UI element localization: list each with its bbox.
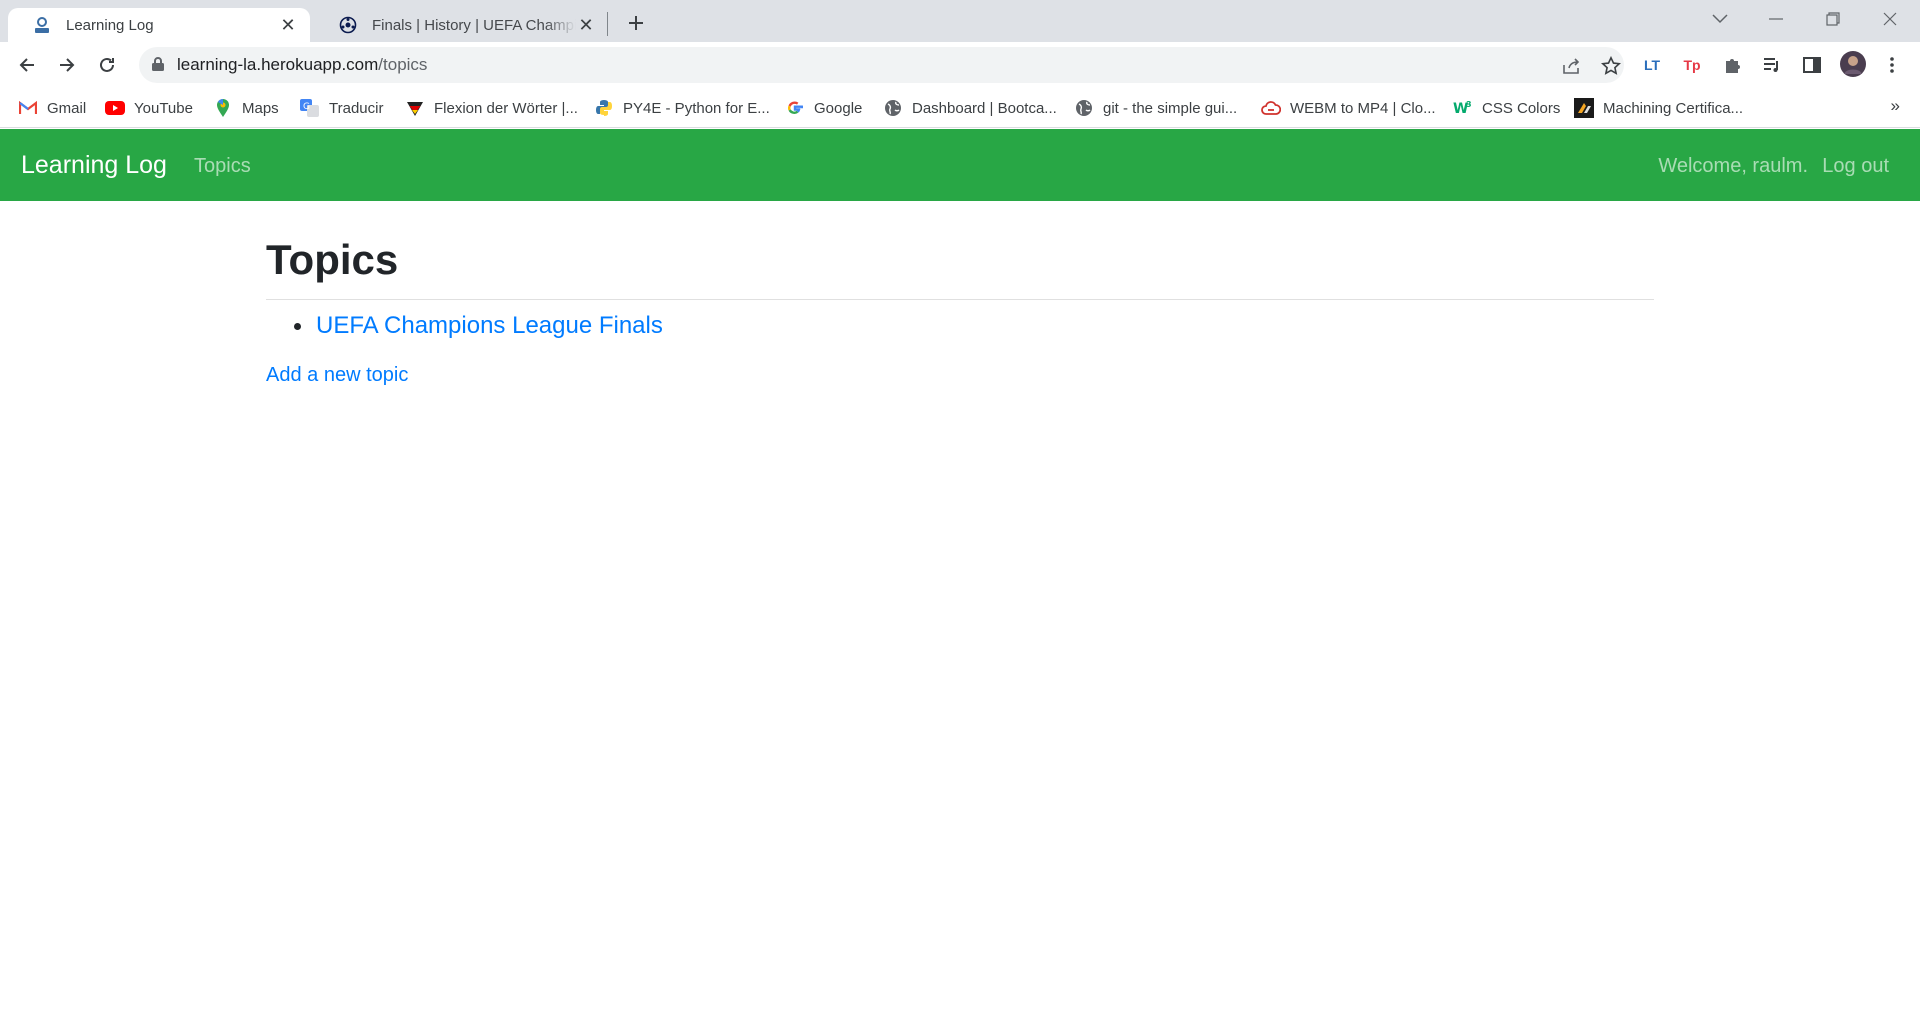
languagetool-icon[interactable]: LT (1638, 51, 1666, 79)
close-tab-icon[interactable]: ✕ (278, 15, 298, 35)
site-navbar: Learning Log Topics Welcome, raulm. Log … (0, 129, 1920, 201)
bookmark-label: Dashboard | Bootca... (912, 99, 1057, 117)
tp-extension-label: Tp (1683, 57, 1701, 73)
globe-icon (1074, 98, 1094, 118)
minimize-icon (1769, 18, 1783, 20)
tab-title: Finals | History | UEFA Champions League (372, 16, 576, 34)
tab-search-button[interactable] (1692, 0, 1748, 38)
bookmark-label: Gmail (47, 99, 87, 117)
reload-icon (100, 57, 114, 72)
tab-separator (607, 12, 608, 36)
bookmark-youtube[interactable]: YouTube (105, 94, 193, 122)
python-icon (594, 98, 614, 118)
welcome-message: Welcome, raulm. (1658, 155, 1808, 177)
reload-button[interactable] (91, 49, 123, 81)
close-tab-icon[interactable]: ✕ (576, 15, 596, 35)
title-divider (266, 299, 1654, 300)
url-text[interactable]: learning-la.herokuapp.com/topics (177, 55, 427, 75)
youtube-icon (105, 98, 125, 118)
tab-learning-log[interactable]: Learning Log ✕ (8, 8, 310, 42)
lock-icon[interactable] (151, 56, 165, 77)
bookmark-label: YouTube (134, 99, 193, 117)
bookmark-traducir[interactable]: G Traducir (300, 94, 383, 122)
tab-uefa-finals[interactable]: Finals | History | UEFA Champions League… (314, 8, 608, 42)
bookmark-star-icon[interactable] (1599, 54, 1623, 78)
arrow-right-icon (60, 58, 75, 72)
close-window-button[interactable] (1862, 0, 1918, 38)
globe-icon (883, 98, 903, 118)
bookmark-label: Flexion der Wörter |... (434, 99, 578, 117)
tp-extension-icon[interactable]: Tp (1678, 51, 1706, 79)
forward-button[interactable] (51, 49, 83, 81)
machining-icon (1574, 98, 1594, 118)
bookmark-label: Machining Certifica... (1603, 99, 1744, 117)
flexion-icon (405, 98, 425, 118)
bookmark-dashboard[interactable]: Dashboard | Bootca... (883, 94, 1057, 122)
profile-avatar[interactable] (1838, 49, 1868, 79)
bookmark-google[interactable]: Google (785, 94, 862, 122)
minimize-button[interactable] (1748, 0, 1804, 38)
gmail-icon (18, 98, 38, 118)
bookmark-label: Maps (242, 99, 279, 117)
plus-icon (629, 16, 643, 30)
google-icon (785, 98, 805, 118)
bookmark-webm-to-mp4[interactable]: WEBM to MP4 | Clo... (1261, 94, 1436, 122)
bullet-icon (294, 322, 301, 330)
topic-list: UEFA Champions League Finals (294, 312, 663, 340)
back-button[interactable] (11, 49, 43, 81)
bookmark-css-colors[interactable]: W3 CSS Colors (1453, 94, 1560, 122)
learning-log-favicon-icon (32, 15, 52, 35)
browser-toolbar: learning-la.herokuapp.com/topics LT Tp (0, 42, 1920, 88)
bookmark-py4e[interactable]: PY4E - Python for E... (594, 94, 770, 122)
add-topic-link[interactable]: Add a new topic (266, 364, 408, 387)
bookmark-git[interactable]: git - the simple gui... (1074, 94, 1237, 122)
bookmark-flexion[interactable]: Flexion der Wörter |... (405, 94, 578, 122)
share-icon[interactable] (1560, 54, 1584, 78)
cloudconvert-icon (1261, 98, 1281, 118)
logout-link[interactable]: Log out (1822, 155, 1889, 178)
svg-text:3: 3 (1466, 100, 1472, 109)
bookmark-label: git - the simple gui... (1103, 99, 1238, 117)
bookmark-label: Traducir (329, 99, 384, 117)
chevron-down-icon (1712, 14, 1728, 24)
w3schools-icon: W3 (1453, 98, 1473, 118)
bookmark-gmail[interactable]: Gmail (18, 94, 86, 122)
side-panel-icon[interactable] (1798, 51, 1826, 79)
uefa-ball-favicon-icon (338, 15, 358, 35)
list-item: UEFA Champions League Finals (294, 312, 663, 340)
maps-pin-icon (213, 98, 233, 118)
address-bar[interactable]: learning-la.herokuapp.com/topics (139, 47, 1624, 83)
arrow-left-icon (19, 58, 34, 72)
bookmark-label: Google (814, 99, 863, 117)
url-host: learning-la.herokuapp.com (177, 55, 379, 74)
tab-title: Learning Log (66, 16, 154, 34)
site-brand-link[interactable]: Learning Log (21, 151, 167, 180)
restore-button[interactable] (1805, 0, 1861, 38)
bookmark-label: PY4E - Python for E... (623, 99, 770, 117)
bookmark-label: CSS Colors (1482, 99, 1561, 117)
nav-topics-link[interactable]: Topics (194, 155, 251, 178)
restore-icon (1826, 12, 1840, 26)
extensions-puzzle-icon[interactable] (1718, 51, 1746, 79)
reading-list-icon[interactable] (1758, 51, 1786, 79)
bookmarks-bar: Gmail YouTube Maps G Traducir Flexion de… (0, 88, 1920, 128)
translate-icon: G (300, 98, 320, 118)
bookmark-maps[interactable]: Maps (213, 94, 279, 122)
languagetool-label: LT (1643, 57, 1661, 73)
url-path: /topics (378, 55, 428, 74)
bookmark-machining[interactable]: Machining Certifica... (1574, 94, 1743, 122)
close-icon (1883, 12, 1897, 26)
chrome-menu-icon[interactable] (1878, 51, 1906, 79)
bookmark-label: WEBM to MP4 | Clo... (1290, 99, 1436, 117)
new-tab-button[interactable] (622, 9, 650, 37)
topic-link[interactable]: UEFA Champions League Finals (316, 312, 663, 340)
svg-text:G: G (303, 102, 310, 112)
page-title: Topics (266, 236, 399, 283)
bookmarks-overflow-button[interactable]: » (1891, 96, 1900, 116)
browser-tab-strip: Learning Log ✕ Finals | History | UEFA C… (0, 0, 1920, 42)
